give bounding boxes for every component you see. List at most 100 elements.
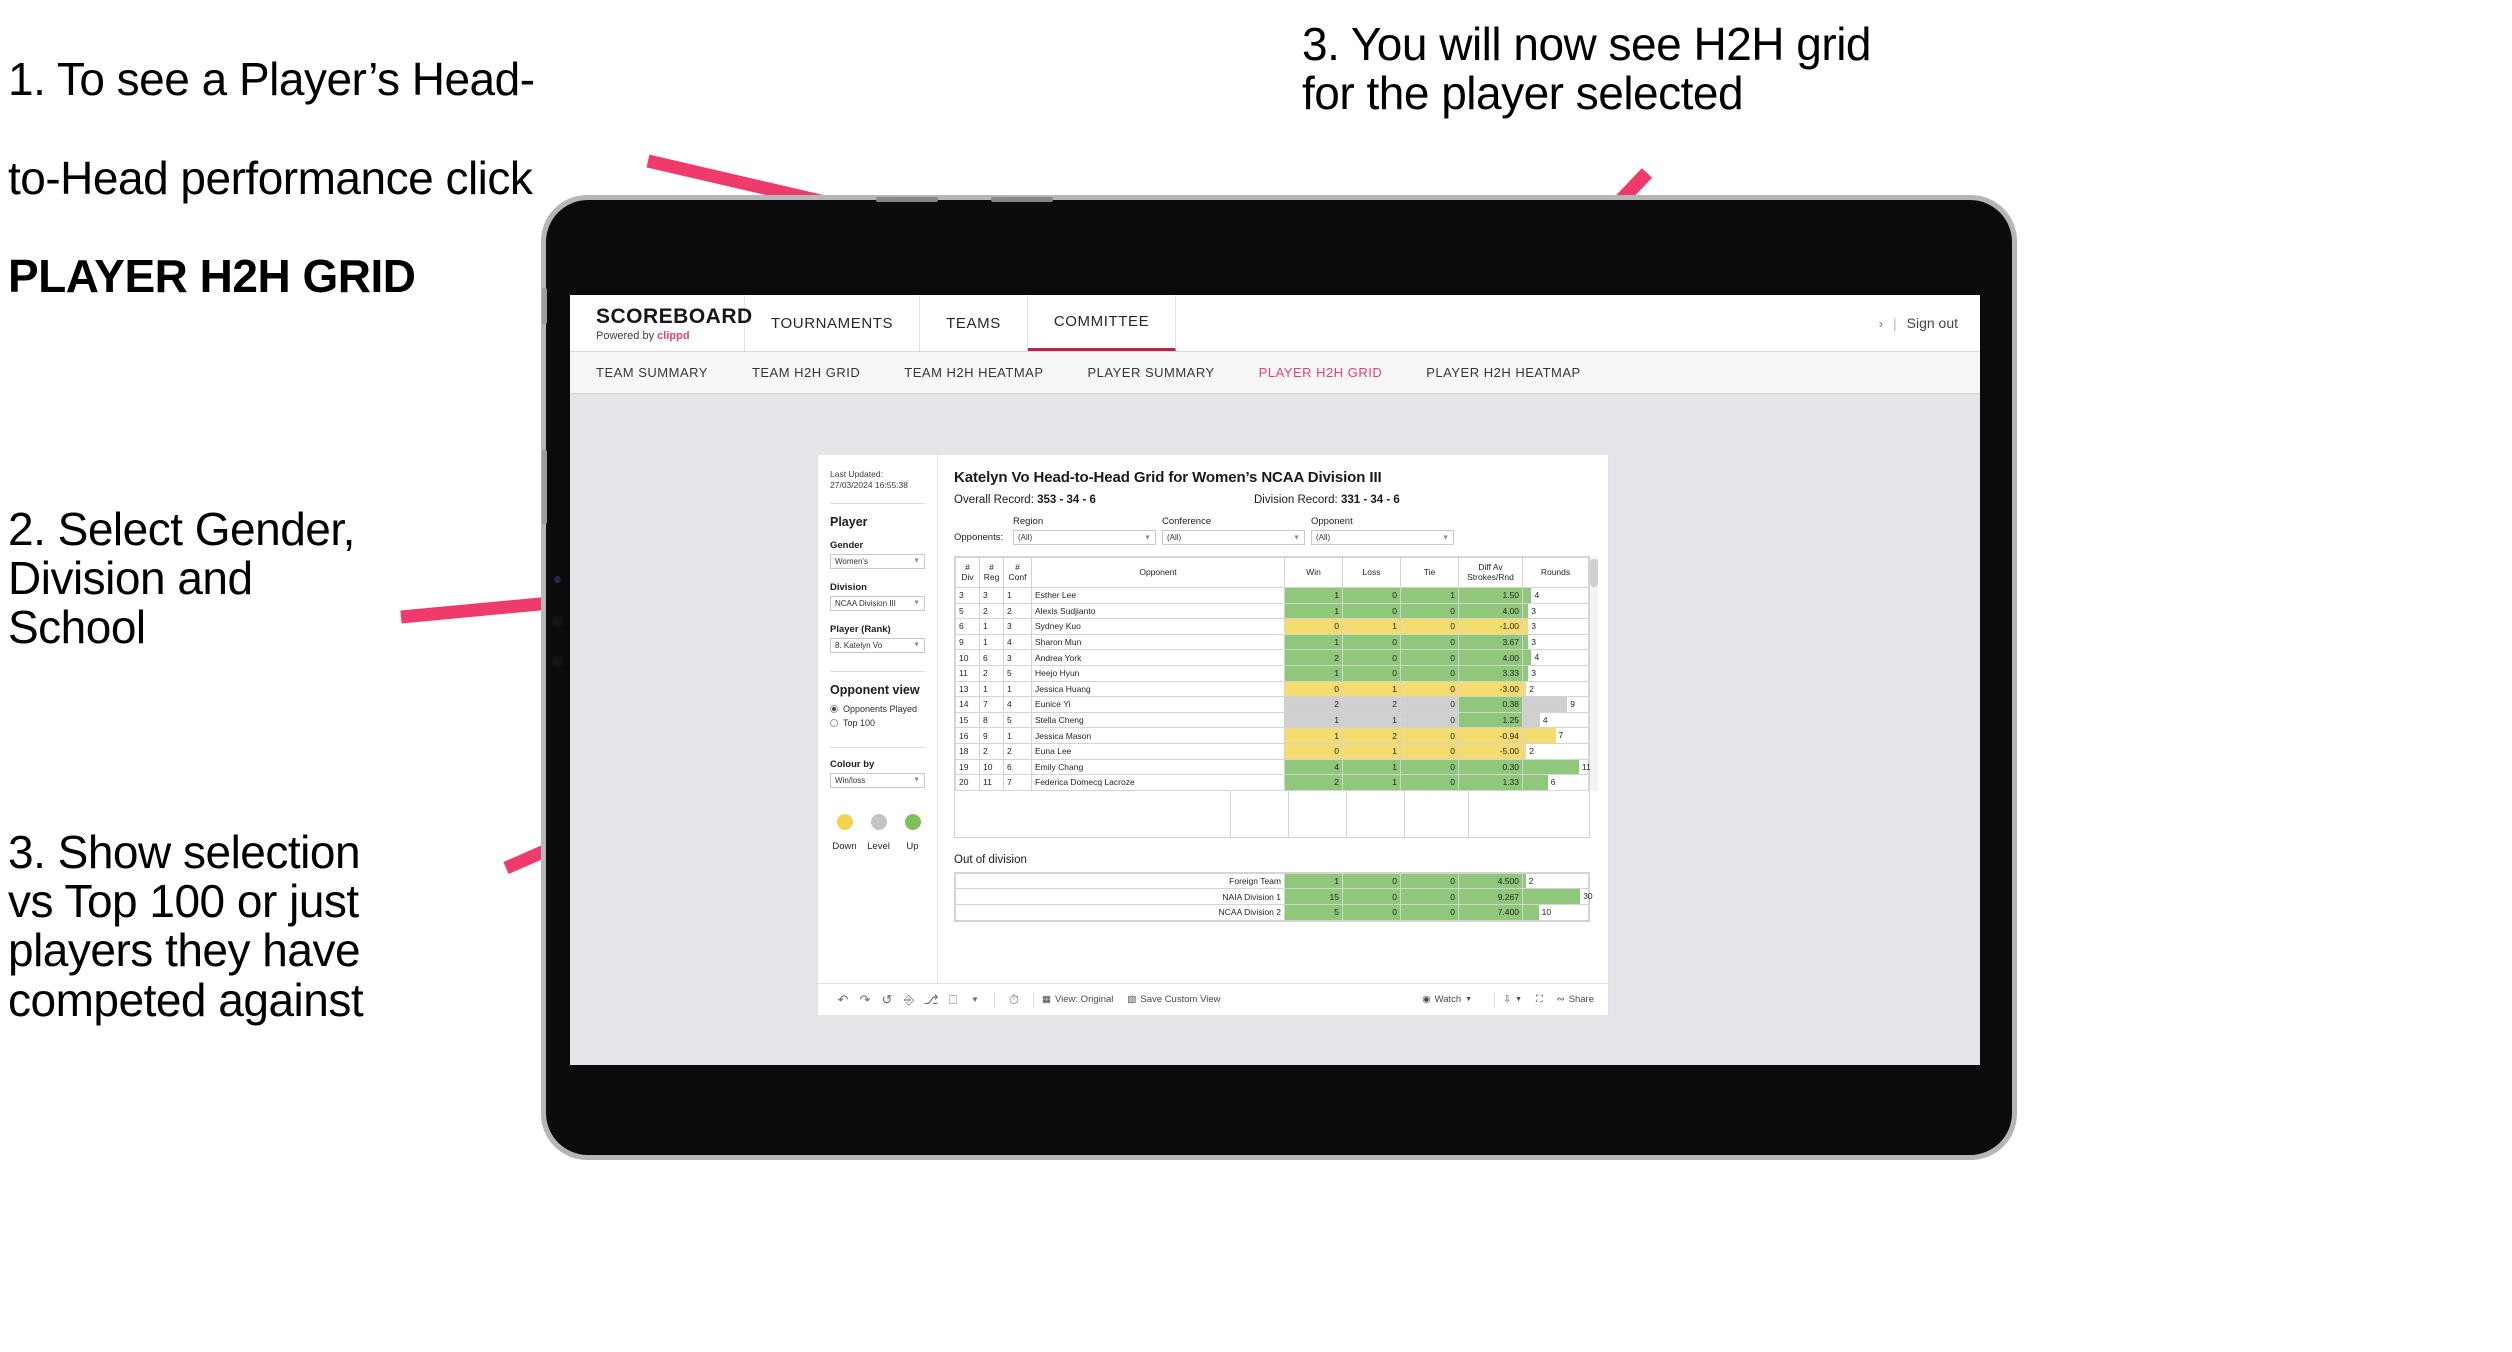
topnav-item-teams[interactable]: TEAMS xyxy=(920,295,1028,351)
cell-loss: 0 xyxy=(1342,888,1401,905)
player-rank-select[interactable]: 8. Katelyn Vo ▼ xyxy=(830,637,925,653)
radio-top-100[interactable]: Top 100 xyxy=(830,718,925,728)
table-row[interactable]: 20 11 7 Federica Domecq Lacroze 2 1 0 1.33 6 xyxy=(955,774,1589,791)
subnav-item-player-h2h-heatmap[interactable]: PLAYER H2H HEATMAP xyxy=(1426,365,1606,380)
table-row[interactable]: NCAA Division 2 5 0 0 7.400 10 xyxy=(955,903,1589,921)
cell-opponent: Eunice Yi xyxy=(1031,696,1285,713)
table-row[interactable]: 19 10 6 Emily Chang 4 1 0 0.30 11 xyxy=(955,758,1591,776)
topnav-item-committee[interactable]: COMMITTEE xyxy=(1027,295,1177,351)
fullscreen-button[interactable]: ⛶ xyxy=(1536,994,1543,1005)
pause-icon[interactable]: ⎇ xyxy=(920,992,942,1008)
table-row[interactable]: 13 1 1 Jessica Huang 0 1 0 -3.00 2 xyxy=(955,680,1589,698)
caret-down-icon[interactable]: ▼ xyxy=(964,995,986,1004)
col-header-opponent[interactable]: Opponent xyxy=(1031,557,1285,588)
save-custom-view-button[interactable]: ▧ Save Custom View xyxy=(1127,994,1220,1005)
table-row[interactable]: NAIA Division 1 15 0 0 9.267 30 xyxy=(955,888,1593,905)
region-filter-select[interactable]: (All) ▼ xyxy=(1013,530,1156,545)
record-summary-row: Overall Record: 353 - 34 - 6 Division Re… xyxy=(954,494,1590,506)
zoom-icon[interactable]: ⎕ xyxy=(942,992,964,1008)
division-select[interactable]: NCAA Division III ▼ xyxy=(830,595,925,611)
cell-rounds-bar: 2 xyxy=(1522,872,1589,890)
grid-scrollbar-thumb[interactable] xyxy=(1590,559,1598,587)
rounds-bar xyxy=(1523,759,1579,775)
region-filter-label: Region xyxy=(1013,516,1044,527)
table-row[interactable]: 3 3 1 Esther Lee 1 0 1 1.50 4 xyxy=(955,587,1589,604)
table-row[interactable]: 11 2 5 Heejo Hyun 1 0 0 3.33 3 xyxy=(955,664,1589,682)
player-rank-label: Player (Rank) xyxy=(830,623,891,635)
col-header-rounds[interactable]: Rounds xyxy=(1522,557,1589,588)
legend-label-down: Down xyxy=(832,840,857,852)
col-header-reg[interactable]: # Reg xyxy=(979,557,1004,588)
cell-tie: 0 xyxy=(1400,680,1459,698)
division-record: Division Record: 331 - 34 - 6 xyxy=(1254,494,1400,506)
table-row[interactable]: 14 7 4 Eunice Yi 2 2 0 0.38 9 xyxy=(955,696,1589,713)
gender-select[interactable]: Women's ▼ xyxy=(830,553,925,569)
clock-icon[interactable]: ⏱ xyxy=(1003,992,1025,1008)
sign-out-link[interactable]: Sign out xyxy=(1907,315,1958,331)
rounds-bar xyxy=(1523,588,1532,603)
col-header-tie[interactable]: Tie xyxy=(1400,557,1459,588)
subnav-item-player-summary[interactable]: PLAYER SUMMARY xyxy=(1088,365,1241,380)
cell-reg: 10 xyxy=(979,758,1004,776)
table-row[interactable]: 6 1 3 Sydney Kuo 0 1 0 -1.00 3 xyxy=(955,618,1589,635)
grid-scrollbar-track[interactable] xyxy=(1590,557,1598,791)
share-button[interactable]: ∾ Share xyxy=(1557,994,1594,1005)
table-row[interactable]: 15 8 5 Stella Cheng 1 1 0 1.25 4 xyxy=(955,711,1589,729)
col-header-win[interactable]: Win xyxy=(1284,557,1343,588)
subnav-item-team-h2h-grid[interactable]: TEAM H2H GRID xyxy=(752,365,886,380)
division-record-value: 331 - 34 - 6 xyxy=(1340,494,1400,506)
table-row[interactable]: 16 9 1 Jessica Mason 1 2 0 -0.94 7 xyxy=(955,727,1589,744)
undo-icon[interactable]: ↶ xyxy=(832,992,854,1008)
refresh-icon[interactable]: ⎆ xyxy=(898,992,920,1008)
opponent-filter-select[interactable]: (All) ▼ xyxy=(1311,530,1454,545)
cell-opponent: Heejo Hyun xyxy=(1031,664,1285,682)
brand-logo[interactable]: SCOREBOARD Powered by clippd xyxy=(570,295,752,351)
chevron-down-icon: ▼ xyxy=(913,776,920,784)
topnav-item-tournaments[interactable]: TOURNAMENTS xyxy=(745,295,921,351)
col-header-loss[interactable]: Loss xyxy=(1342,557,1401,588)
cell-div: 20 xyxy=(955,774,980,791)
table-row[interactable]: 9 1 4 Sharon Mun 1 0 0 3.67 3 xyxy=(955,633,1589,651)
col-header-diff[interactable]: Diff Av Strokes/Rnd xyxy=(1458,557,1523,588)
redo-icon[interactable]: ↷ xyxy=(854,992,876,1008)
table-row[interactable]: Foreign Team 1 0 0 4.500 2 xyxy=(955,872,1589,890)
download-button[interactable]: ⇩ ▼ xyxy=(1503,994,1522,1005)
subnav-item-team-h2h-heatmap[interactable]: TEAM H2H HEATMAP xyxy=(904,365,1069,380)
chevron-right-icon[interactable]: › xyxy=(1879,316,1883,331)
cell-opponent: Sydney Kuo xyxy=(1031,618,1285,635)
table-row[interactable]: 5 2 2 Alexis Sudjianto 1 0 0 4.00 3 xyxy=(955,602,1589,620)
cell-div: 9 xyxy=(955,633,980,651)
radio-on-icon xyxy=(830,704,838,713)
cell-win: 1 xyxy=(1284,602,1343,620)
cell-diff: 1.50 xyxy=(1458,587,1523,604)
device-top-button-1 xyxy=(876,197,938,202)
view-original-button[interactable]: ▦ View: Original xyxy=(1042,994,1113,1005)
watch-button[interactable]: ◉ Watch ▼ xyxy=(1422,994,1472,1005)
cell-loss: 0 xyxy=(1342,872,1401,890)
cell-reg: 11 xyxy=(979,774,1004,791)
legend-dot-down-icon xyxy=(836,813,853,830)
app-top-navigation: SCOREBOARD Powered by clippd TOURNAMENTS… xyxy=(570,295,1980,352)
cell-div: 13 xyxy=(955,680,980,698)
col-header-conf[interactable]: # Conf xyxy=(1003,557,1032,588)
revert-icon[interactable]: ↺ xyxy=(876,992,898,1008)
viz-body: Last Updated: 27/03/2024 16:55:38 Player… xyxy=(818,455,1608,983)
table-row[interactable]: 18 2 2 Euna Lee 0 1 0 -5.00 2 xyxy=(955,742,1589,760)
brand-subtitle: Powered by clippd xyxy=(596,330,744,342)
radio-opponents-played[interactable]: Opponents Played xyxy=(830,704,925,714)
tablet-bezel: SCOREBOARD Powered by clippd TOURNAMENTS… xyxy=(542,197,2012,1155)
opponent-filter-label: Opponent xyxy=(1311,516,1353,527)
subnav-item-team-summary[interactable]: TEAM SUMMARY xyxy=(596,365,734,380)
conference-filter-select[interactable]: (All) ▼ xyxy=(1162,530,1305,545)
opponent-filter-value: (All) xyxy=(1316,533,1331,542)
viz-main-panel: Katelyn Vo Head-to-Head Grid for Women’s… xyxy=(938,455,1608,983)
col-header-div[interactable]: # Div xyxy=(955,557,980,588)
table-row[interactable]: 10 6 3 Andrea York 2 0 0 4.00 4 xyxy=(955,649,1589,666)
subnav-item-player-h2h-grid[interactable]: PLAYER H2H GRID xyxy=(1259,365,1409,380)
cell-diff: -3.00 xyxy=(1458,680,1523,698)
colour-by-select[interactable]: Win/loss ▼ xyxy=(830,772,925,788)
cell-rounds-bar: 11 xyxy=(1522,758,1591,776)
cell-win: 0 xyxy=(1284,618,1343,635)
share-icon: ∾ xyxy=(1556,994,1565,1005)
colour-by-value: Win/loss xyxy=(835,775,866,785)
